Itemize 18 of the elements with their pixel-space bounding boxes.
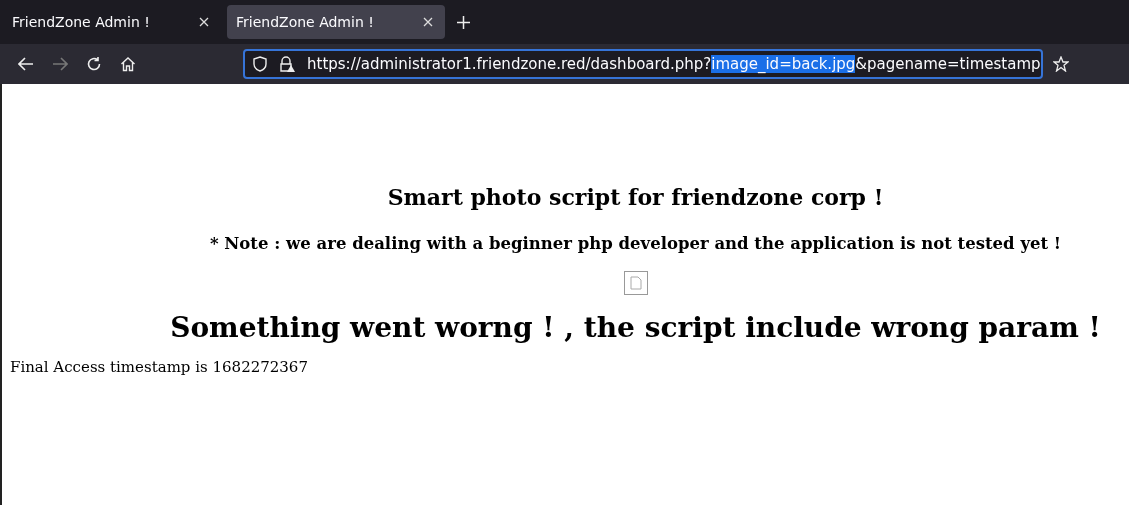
forward-icon[interactable] xyxy=(52,57,68,71)
close-icon[interactable] xyxy=(423,17,433,27)
close-icon[interactable] xyxy=(199,17,209,27)
new-tab-icon[interactable] xyxy=(457,15,470,29)
browser-tab[interactable]: FriendZone Admin ! xyxy=(227,5,445,39)
lock-warning-icon[interactable] xyxy=(279,56,295,72)
url-text: https://administrator1.friendzone.red/dashboard.php?image_id=back.jpg&pagename=timestamp xyxy=(307,55,1041,73)
home-icon[interactable] xyxy=(120,56,136,72)
error-heading: Something went worng ! , the script include wrong param ! xyxy=(170,311,1101,344)
back-icon[interactable] xyxy=(18,57,34,71)
broken-image-icon xyxy=(623,271,648,295)
browser-tab[interactable]: FriendZone Admin ! xyxy=(3,5,221,39)
shield-icon[interactable] xyxy=(253,56,267,72)
star-icon[interactable] xyxy=(1052,56,1069,72)
note-text: * Note : we are dealing with a beginner php developer and the application is not tested yet ! xyxy=(209,234,1062,253)
timestamp-text: Final Access timestamp is 1682272367 xyxy=(10,358,309,376)
reload-icon[interactable] xyxy=(86,56,102,72)
page-heading: Smart photo script for friendzone corp ! xyxy=(387,184,884,210)
